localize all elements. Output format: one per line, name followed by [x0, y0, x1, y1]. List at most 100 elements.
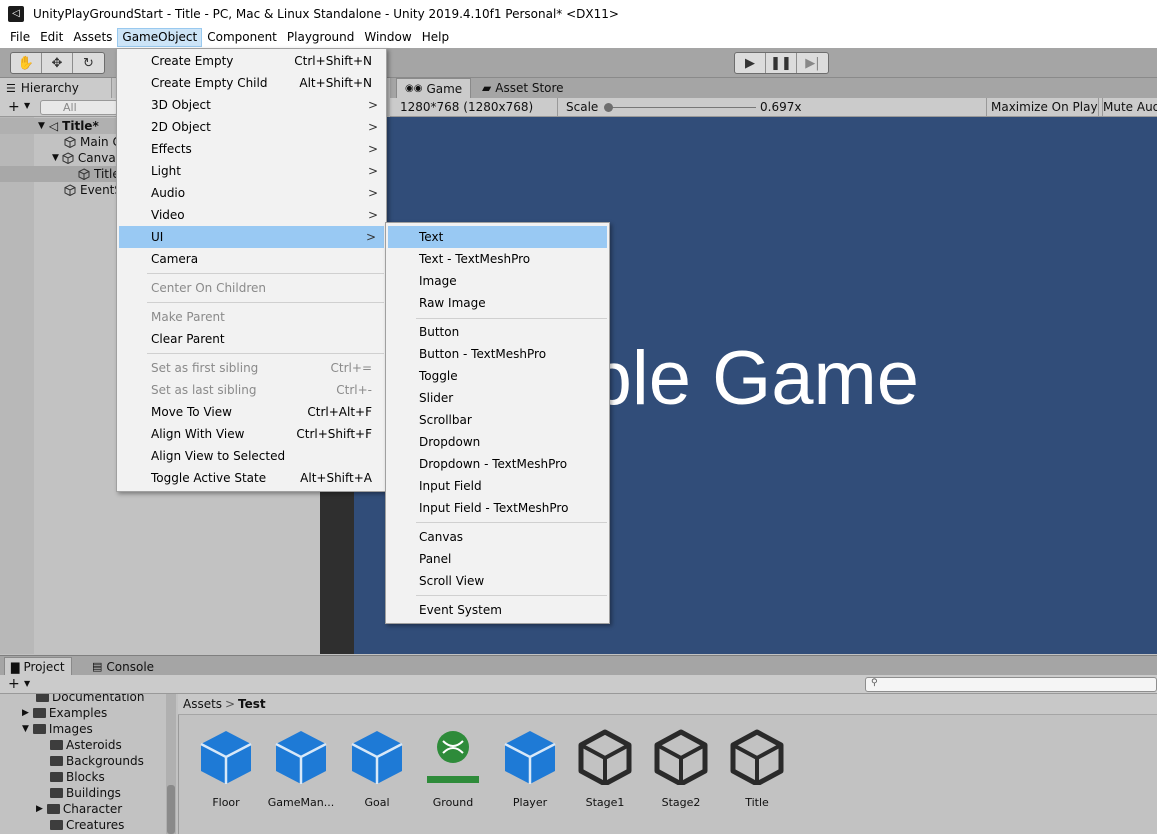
menu-item-set-first-sibling[interactable]: Set as first sibling Ctrl+= [117, 357, 386, 379]
move-tool-icon[interactable]: ✥ [42, 53, 73, 73]
submenu-item-button-tmp[interactable]: Button - TextMeshPro [386, 343, 609, 365]
submenu-item-event-system[interactable]: Event System [386, 599, 609, 621]
menu-playground[interactable]: Playground [282, 28, 359, 47]
submenu-item-image[interactable]: Image [386, 270, 609, 292]
hierarchy-row[interactable]: ▼ Canva [52, 150, 116, 166]
menu-item-toggle-active-state[interactable]: Toggle Active State Alt+Shift+A [117, 467, 386, 489]
chevron-down-icon[interactable]: ▼ [24, 101, 30, 110]
hierarchy-search-input[interactable]: All [40, 100, 118, 115]
submenu-item-raw-image[interactable]: Raw Image [386, 292, 609, 314]
menu-item-clear-parent[interactable]: Clear Parent [117, 328, 386, 350]
menu-bar: File Edit Assets GameObject Component Pl… [0, 27, 1157, 48]
play-icon[interactable]: ▶ [735, 53, 766, 73]
folder-row[interactable]: Backgrounds [50, 753, 144, 769]
hierarchy-scene-row[interactable]: ▼ ◁ Title* [38, 118, 99, 134]
tab-console[interactable]: ▤ Console [86, 657, 160, 676]
project-search-input[interactable]: ⚲ [865, 677, 1157, 692]
menu-item-make-parent[interactable]: Make Parent [117, 306, 386, 328]
submenu-item-input-field[interactable]: Input Field [386, 475, 609, 497]
asset-tile[interactable]: Title [722, 729, 792, 809]
folder-label: Asteroids [66, 738, 122, 752]
menu-item-audio[interactable]: Audio > [117, 182, 386, 204]
hand-tool-icon[interactable]: ✋ [11, 53, 42, 73]
submenu-item-input-field-tmp[interactable]: Input Field - TextMeshPro [386, 497, 609, 519]
menu-item-create-empty[interactable]: Create Empty Ctrl+Shift+N [117, 50, 386, 72]
expand-arrow-icon[interactable]: ▼ [38, 118, 45, 134]
mute-audio-button[interactable]: Mute Aud [1098, 98, 1157, 117]
resolution-dropdown[interactable]: 1280*768 (1280x768) [396, 98, 558, 117]
chevron-down-icon[interactable]: ▼ [24, 679, 30, 688]
menu-item-ui[interactable]: UI > [119, 226, 384, 248]
menu-file[interactable]: File [5, 28, 35, 47]
submenu-item-button[interactable]: Button [386, 321, 609, 343]
submenu-item-text[interactable]: Text [388, 226, 607, 248]
menu-item-3d-object[interactable]: 3D Object > [117, 94, 386, 116]
expand-arrow-icon[interactable]: ▼ [22, 721, 29, 737]
asset-tile[interactable]: Ground [418, 729, 488, 809]
rotate-tool-icon[interactable]: ↻ [73, 53, 104, 73]
folder-row[interactable]: Blocks [50, 769, 105, 785]
project-add-button[interactable]: + [8, 675, 20, 693]
scale-slider-thumb[interactable] [604, 103, 613, 112]
tab-game[interactable]: ◉◉ Game [396, 78, 472, 98]
tab-project[interactable]: ▇ Project [4, 657, 72, 676]
pause-icon[interactable]: ❚❚ [766, 53, 797, 73]
asset-tile[interactable]: Player [495, 729, 565, 809]
menu-gameobject[interactable]: GameObject [117, 28, 203, 47]
folder-row[interactable]: ▼ Images [22, 721, 93, 737]
hierarchy-tab[interactable]: ☰ Hierarchy [0, 78, 112, 98]
menu-item-set-last-sibling[interactable]: Set as last sibling Ctrl+- [117, 379, 386, 401]
expand-arrow-icon[interactable]: ▼ [52, 150, 59, 166]
folder-row[interactable]: ▶ Character [36, 801, 122, 817]
maximize-on-play-button[interactable]: Maximize On Play [986, 98, 1103, 117]
hierarchy-add-button[interactable]: + [8, 98, 20, 116]
menu-assets[interactable]: Assets [68, 28, 117, 47]
menu-item-align-with-view[interactable]: Align With View Ctrl+Shift+F [117, 423, 386, 445]
breadcrumb-assets[interactable]: Assets [183, 697, 222, 711]
scale-slider-track[interactable] [608, 107, 756, 108]
folder-tree-scroll-thumb[interactable] [167, 785, 175, 834]
menu-item-move-to-view[interactable]: Move To View Ctrl+Alt+F [117, 401, 386, 423]
submenu-item-scroll-view[interactable]: Scroll View [386, 570, 609, 592]
menu-item-create-empty-child[interactable]: Create Empty Child Alt+Shift+N [117, 72, 386, 94]
asset-tile[interactable]: Floor [191, 729, 261, 809]
menu-item-effects[interactable]: Effects > [117, 138, 386, 160]
asset-tile[interactable]: Stage1 [570, 729, 640, 809]
menu-item-camera[interactable]: Camera [117, 248, 386, 270]
menu-item-video[interactable]: Video > [117, 204, 386, 226]
submenu-item-slider[interactable]: Slider [386, 387, 609, 409]
submenu-item-panel[interactable]: Panel [386, 548, 609, 570]
chevron-right-icon: > [367, 186, 378, 200]
submenu-item-dropdown-tmp[interactable]: Dropdown - TextMeshPro [386, 453, 609, 475]
hierarchy-row[interactable]: Title [78, 166, 120, 182]
menu-component[interactable]: Component [202, 28, 282, 47]
folder-row[interactable]: Asteroids [50, 737, 122, 753]
menu-edit[interactable]: Edit [35, 28, 68, 47]
folder-icon [50, 740, 63, 750]
folder-row[interactable]: Documentation [36, 694, 145, 705]
hierarchy-row[interactable]: Main C [64, 134, 121, 150]
submenu-item-canvas[interactable]: Canvas [386, 526, 609, 548]
breadcrumb-test[interactable]: Test [238, 697, 266, 711]
submenu-item-toggle[interactable]: Toggle [386, 365, 609, 387]
asset-tile[interactable]: Stage2 [646, 729, 716, 809]
submenu-item-dropdown[interactable]: Dropdown [386, 431, 609, 453]
folder-row[interactable]: ▶ Examples [22, 705, 107, 721]
expand-arrow-icon[interactable]: ▶ [22, 705, 29, 721]
menu-item-center-on-children[interactable]: Center On Children [117, 277, 386, 299]
folder-row[interactable]: Buildings [50, 785, 121, 801]
asset-tile[interactable]: Goal [342, 729, 412, 809]
menu-item-light[interactable]: Light > [117, 160, 386, 182]
submenu-item-text-tmp[interactable]: Text - TextMeshPro [386, 248, 609, 270]
menu-item-2d-object[interactable]: 2D Object > [117, 116, 386, 138]
hierarchy-row[interactable]: EventS [64, 182, 122, 198]
menu-help[interactable]: Help [417, 28, 454, 47]
tab-asset-store[interactable]: ▰ Asset Store [474, 78, 572, 98]
menu-window[interactable]: Window [359, 28, 416, 47]
menu-item-align-view-to-selected[interactable]: Align View to Selected [117, 445, 386, 467]
asset-tile[interactable]: GameMan... [266, 729, 336, 809]
folder-row[interactable]: Creatures [50, 817, 124, 833]
expand-arrow-icon[interactable]: ▶ [36, 801, 43, 817]
submenu-item-scrollbar[interactable]: Scrollbar [386, 409, 609, 431]
step-icon[interactable]: ▶| [797, 53, 828, 73]
